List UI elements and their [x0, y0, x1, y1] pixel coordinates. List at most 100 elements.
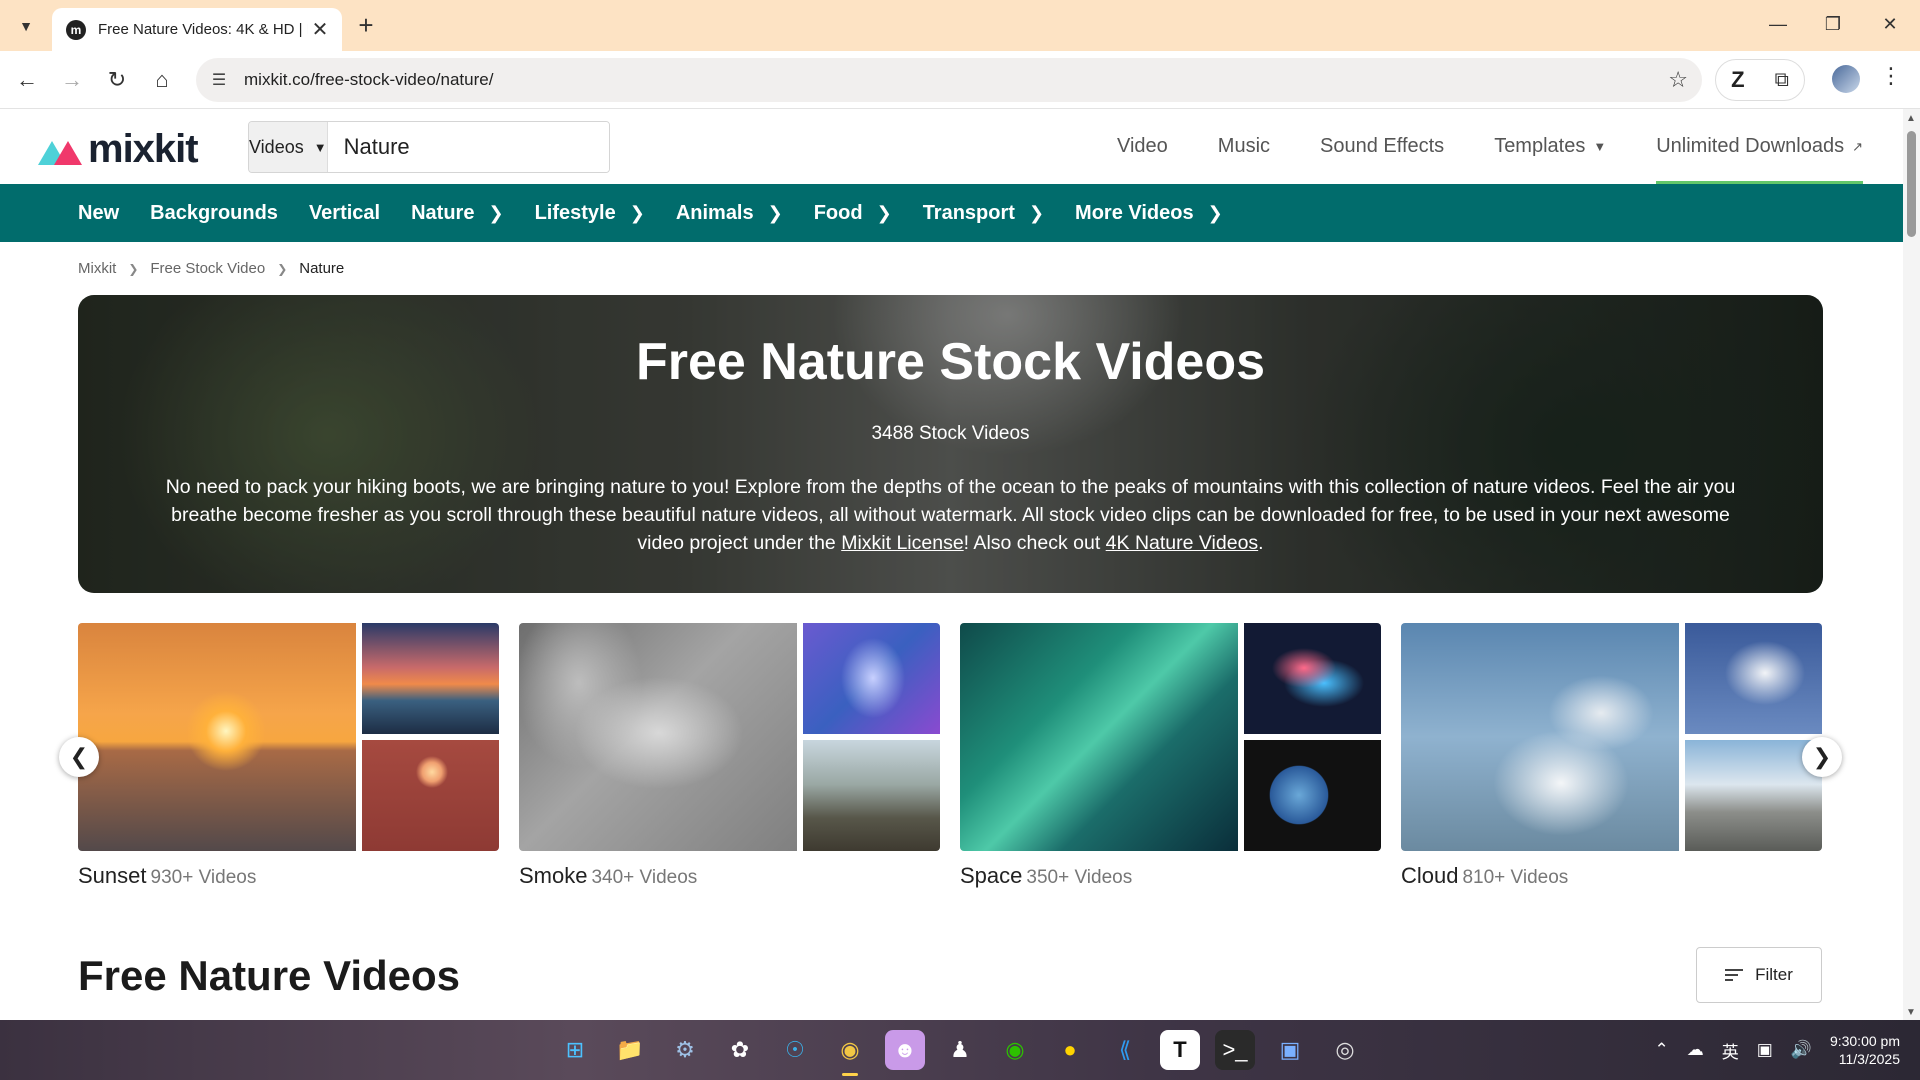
category-animals[interactable]: Animals ❯ — [676, 202, 783, 225]
mixkit-logo[interactable]: mixkit — [38, 127, 199, 172]
video-count: 3488 Stock Videos — [871, 423, 1030, 444]
forward-icon[interactable]: → — [55, 63, 89, 97]
reload-icon[interactable]: ↻ — [100, 63, 134, 97]
category-lifestyle[interactable]: Lifestyle ❯ — [535, 202, 645, 225]
system-tray: ⌃ ☁ 英 ▣ 🔊 9:30:00 pm 11/3/2025 — [1654, 1020, 1900, 1080]
page-scrollbar[interactable]: ▲ ▼ — [1903, 109, 1920, 1020]
external-link-icon: ↗ — [1852, 138, 1863, 154]
profile-avatar[interactable] — [1832, 65, 1860, 93]
search-type-dropdown[interactable]: Videos ▼ — [249, 122, 328, 172]
browser-menu-icon[interactable]: ⋮ — [1880, 63, 1902, 89]
collection-thumbnails — [960, 623, 1381, 851]
sunset-thumbnail-main — [78, 623, 356, 851]
breadcrumb-free-stock-video[interactable]: Free Stock Video — [150, 260, 265, 277]
caret-down-icon: ▼ — [1593, 139, 1607, 154]
nav-templates[interactable]: Templates ▼ — [1494, 109, 1606, 184]
category-nature[interactable]: Nature ❯ — [411, 202, 503, 225]
category-new[interactable]: New — [78, 202, 119, 225]
collection-card-smoke[interactable]: Smoke 340+ Videos — [519, 623, 940, 889]
browser-tab[interactable]: m Free Nature Videos: 4K & HD | Mixkit ✕ — [52, 8, 342, 51]
tab-close-icon[interactable]: ✕ — [308, 17, 332, 42]
volume-icon[interactable]: 🔊 — [1791, 1040, 1812, 1060]
yellow-app-icon[interactable]: ● — [1050, 1030, 1090, 1070]
category-vertical[interactable]: Vertical — [309, 202, 380, 225]
space-thumbnail-nebula — [1244, 623, 1381, 734]
windows-start-icon[interactable]: ⊞ — [555, 1030, 595, 1070]
maximize-icon[interactable]: ❐ — [1813, 8, 1853, 40]
breadcrumb: Mixkit ❯ Free Stock Video ❯ Nature — [78, 260, 344, 277]
nav-sound-effects[interactable]: Sound Effects — [1320, 109, 1444, 184]
input-language[interactable]: 英 — [1722, 1038, 1739, 1063]
wechat-icon[interactable]: ◉ — [995, 1030, 1035, 1070]
mixkit-favicon-icon: m — [66, 19, 86, 40]
chatgpt-icon[interactable]: ✿ — [720, 1030, 760, 1070]
category-more-videos[interactable]: More Videos ❯ — [1075, 202, 1223, 225]
category-backgrounds[interactable]: Backgrounds — [150, 202, 278, 225]
category-transport-label: Transport — [922, 201, 1015, 224]
desc-text-3: . — [1258, 532, 1264, 554]
filter-button[interactable]: Filter — [1696, 947, 1822, 1003]
omnibox[interactable]: ☰ mixkit.co/free-stock-video/nature/ ☆ — [196, 58, 1702, 102]
nav-templates-label: Templates — [1494, 135, 1586, 157]
home-icon[interactable]: ⌂ — [145, 63, 179, 97]
network-icon[interactable]: ▣ — [1757, 1040, 1773, 1060]
collection-thumbnails — [78, 623, 499, 851]
collection-card-cloud[interactable]: Cloud 810+ Videos — [1401, 623, 1822, 889]
collection-count: 810+ Videos — [1462, 867, 1569, 888]
cat-app-icon[interactable]: ☻ — [885, 1030, 925, 1070]
new-tab-icon[interactable]: + — [352, 10, 380, 41]
file-explorer-icon[interactable]: 📁 — [610, 1030, 650, 1070]
settings-gear-icon[interactable]: ⚙ — [665, 1030, 705, 1070]
window-close-icon[interactable]: ✕ — [1870, 8, 1910, 40]
mixkit-license-link[interactable]: Mixkit License — [841, 532, 963, 554]
page-title: Free Nature Stock Videos — [635, 333, 1266, 391]
breadcrumb-nature: Nature — [299, 260, 345, 277]
breadcrumb-mixkit[interactable]: Mixkit — [78, 260, 116, 277]
scroll-down-icon[interactable]: ▼ — [1906, 1007, 1916, 1018]
remote-desktop-icon[interactable]: ▣ — [1270, 1030, 1310, 1070]
carousel-prev-button[interactable]: ❮ — [59, 737, 99, 777]
qq-penguin-icon[interactable]: ♟ — [940, 1030, 980, 1070]
collection-name: Cloud — [1401, 863, 1459, 888]
tray-overflow-chevron-icon[interactable]: ⌃ — [1654, 1040, 1668, 1060]
category-transport[interactable]: Transport ❯ — [923, 202, 1044, 225]
collection-label: Smoke 340+ Videos — [519, 863, 940, 889]
scrollbar-thumb[interactable] — [1907, 131, 1916, 237]
collection-thumbnails — [1401, 623, 1822, 851]
collection-name: Sunset — [78, 863, 147, 888]
top-nav: Video Music Sound Effects Templates ▼ Un… — [1067, 109, 1863, 184]
system-clock[interactable]: 9:30:00 pm 11/3/2025 — [1830, 1032, 1900, 1068]
tab-search-icon[interactable]: ▼ — [10, 10, 42, 42]
4k-nature-videos-link[interactable]: 4K Nature Videos — [1106, 532, 1259, 554]
search-input[interactable] — [327, 122, 609, 172]
nav-unlimited-downloads[interactable]: Unlimited Downloads ↗ — [1656, 109, 1863, 184]
chevron-right-icon: ❯ — [767, 202, 783, 223]
recording-app-icon[interactable]: ◎ — [1325, 1030, 1365, 1070]
collection-count: 340+ Videos — [591, 867, 698, 888]
back-icon[interactable]: ← — [10, 63, 44, 97]
vscode-icon[interactable]: ⟪ — [1105, 1030, 1145, 1070]
minimize-icon[interactable]: — — [1758, 8, 1798, 40]
nav-music[interactable]: Music — [1218, 109, 1270, 184]
space-thumbnail-aurora — [960, 623, 1238, 851]
onedrive-cloud-icon[interactable]: ☁ — [1687, 1040, 1704, 1060]
terminal-icon[interactable]: >_ — [1215, 1030, 1255, 1070]
nav-video[interactable]: Video — [1117, 109, 1168, 184]
nav-unlimited-label: Unlimited Downloads — [1656, 135, 1845, 157]
bookmark-star-icon[interactable]: ☆ — [1668, 67, 1688, 93]
collection-card-sunset[interactable]: Sunset 930+ Videos — [78, 623, 499, 889]
url-text[interactable]: mixkit.co/free-stock-video/nature/ — [244, 70, 493, 90]
site-info-icon[interactable]: ☰ — [202, 63, 236, 97]
zotero-extension-icon[interactable]: Z — [1731, 67, 1744, 93]
collection-name: Smoke — [519, 863, 588, 888]
scroll-up-icon[interactable]: ▲ — [1906, 113, 1916, 124]
extensions-puzzle-icon[interactable]: ⧉ — [1775, 69, 1789, 92]
category-food[interactable]: Food ❯ — [814, 202, 892, 225]
carousel-next-button[interactable]: ❯ — [1802, 737, 1842, 777]
edge-browser-icon[interactable]: ☉ — [775, 1030, 815, 1070]
chrome-browser-icon[interactable]: ◉ — [830, 1030, 870, 1076]
collection-count: 930+ Videos — [150, 867, 257, 888]
typora-icon[interactable]: T — [1160, 1030, 1200, 1070]
tab-title: Free Nature Videos: 4K & HD | Mixkit — [98, 21, 308, 38]
collection-card-space[interactable]: Space 350+ Videos — [960, 623, 1381, 889]
